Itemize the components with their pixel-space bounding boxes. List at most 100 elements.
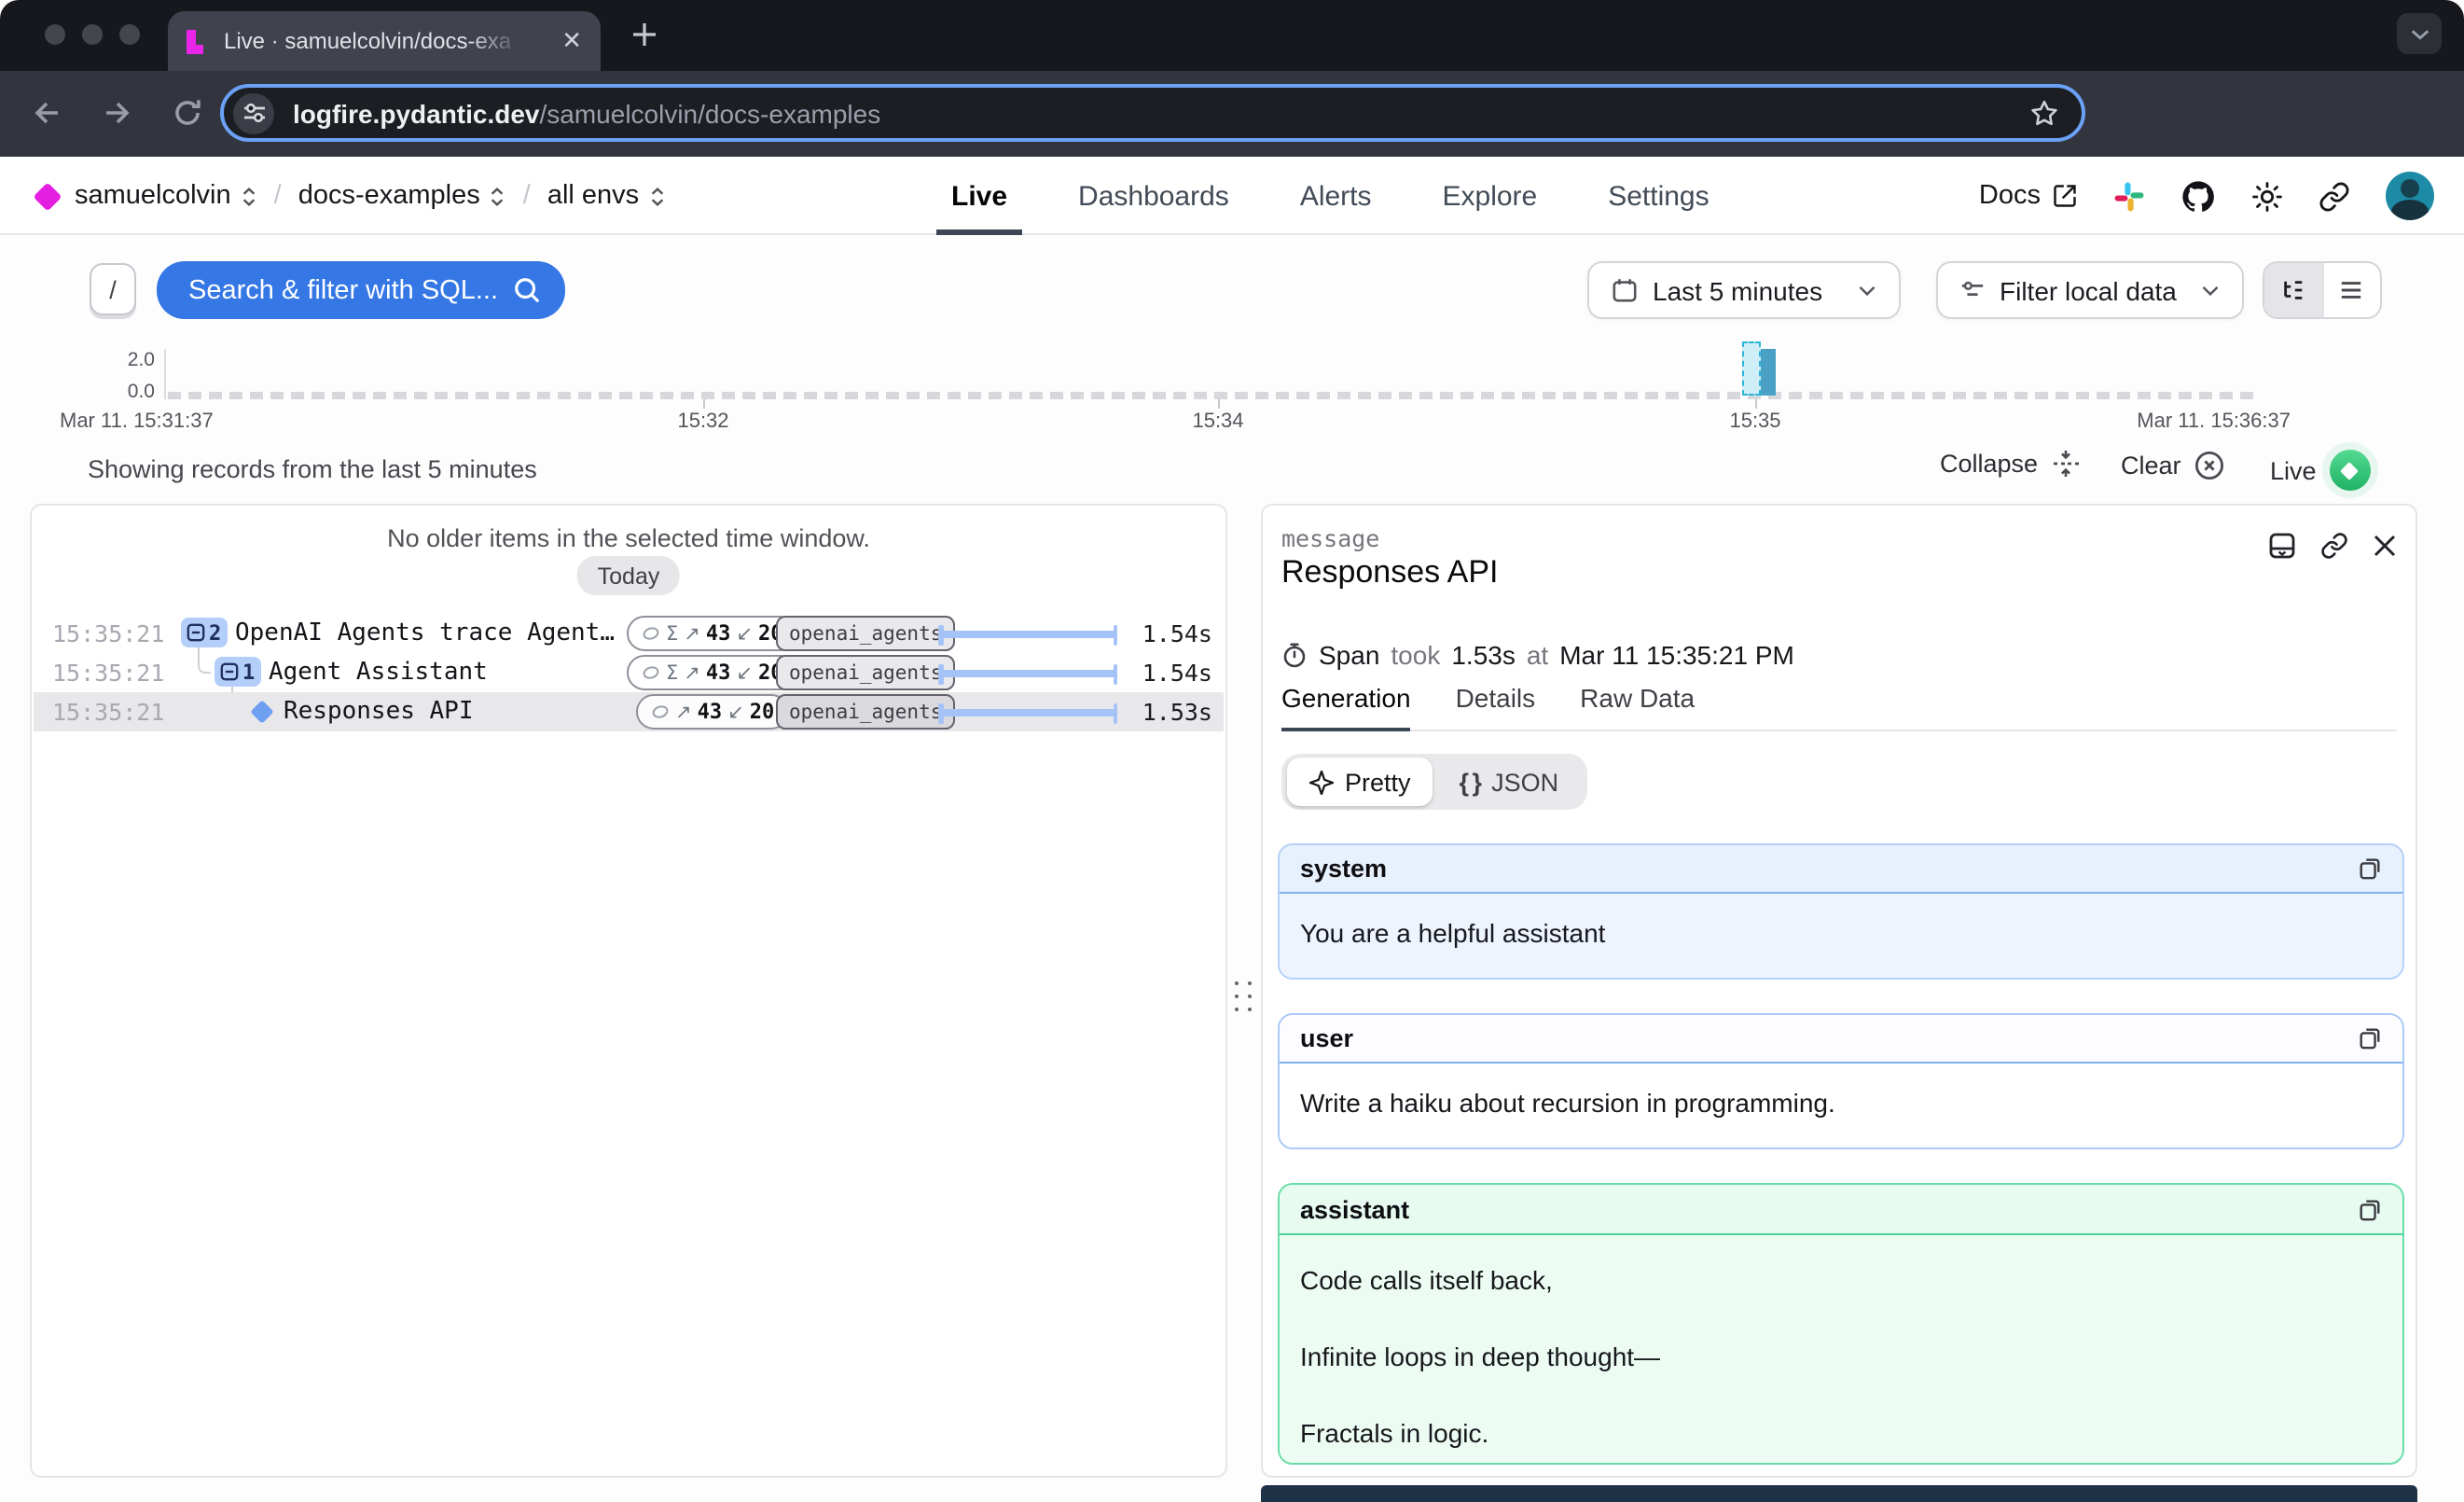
bookmark-star-icon[interactable] (2029, 98, 2059, 128)
pretty-toggle-button[interactable]: Pretty (1287, 758, 1433, 806)
span-name: Responses API (284, 698, 474, 726)
scope-tag[interactable]: openai_agents (776, 655, 955, 690)
role-label: system (1300, 855, 1387, 883)
nav-alerts[interactable]: Alerts (1300, 157, 1372, 235)
record-kind: message (1281, 524, 1379, 552)
env-switcher-icon[interactable] (648, 186, 665, 206)
site-settings-icon[interactable] (233, 92, 274, 133)
app-header: samuelcolvin / docs-examples / all envs … (0, 157, 2464, 235)
window-controls[interactable] (45, 24, 140, 45)
close-window-button[interactable] (45, 24, 65, 45)
github-icon[interactable] (2180, 178, 2216, 214)
tab-strip: Live · samuelcolvin/docs-exa ✕ (0, 0, 2464, 71)
nav-settings[interactable]: Settings (1608, 157, 1709, 235)
timeline-x-label: 15:34 (1192, 410, 1243, 433)
scope-tag[interactable]: openai_agents (776, 694, 955, 730)
row-timestamp: 15:35:21 (52, 659, 164, 687)
breadcrumb: samuelcolvin / docs-examples / all envs (37, 157, 665, 235)
filter-icon (1960, 278, 1985, 302)
live-indicator-icon[interactable] (2330, 450, 2371, 491)
collapse-button[interactable]: Collapse (1940, 450, 2079, 478)
url-path: /samuelcolvin/docs-examples (540, 98, 881, 128)
dock-panel-icon[interactable] (2268, 532, 2296, 560)
copy-icon[interactable] (2358, 856, 2382, 881)
timeline-activity-bar[interactable] (1761, 349, 1776, 396)
duration-value: 1.53s (1078, 698, 1212, 726)
search-sql-label: Search & filter with SQL... (188, 275, 513, 305)
timeline-x-tick-mark (703, 399, 705, 409)
json-toggle-button[interactable]: { } JSON (1437, 759, 1582, 804)
tab-generation[interactable]: Generation (1281, 683, 1411, 730)
zoom-window-button[interactable] (119, 24, 140, 45)
nav-explore[interactable]: Explore (1443, 157, 1538, 235)
tab-details[interactable]: Details (1456, 683, 1536, 730)
token-usage-pill[interactable]: Σ ↗43 ↙20 (627, 616, 798, 651)
collapse-count-badge[interactable]: 2 (181, 618, 227, 647)
org-name: samuelcolvin (75, 181, 231, 211)
org-switcher-icon[interactable] (241, 186, 257, 206)
trace-row-selected[interactable]: 15:35:21 Responses API ↗43 ↙20 openai_ag… (34, 692, 1224, 731)
time-range-dropdown[interactable]: Last 5 minutes (1587, 261, 1901, 319)
header-actions: Docs (1979, 157, 2434, 235)
token-usage-pill[interactable]: Σ ↗43 ↙20 (627, 655, 798, 690)
local-filter-dropdown[interactable]: Filter local data (1936, 261, 2244, 319)
user-avatar[interactable] (2386, 172, 2434, 220)
view-mode-segmented (2263, 261, 2382, 319)
url-bar[interactable]: logfire.pydantic.dev/samuelcolvin/docs-e… (220, 84, 2085, 142)
logfire-favicon (187, 29, 207, 53)
main-nav: Live Dashboards Alerts Explore Settings (951, 157, 1710, 235)
scope-tag[interactable]: openai_agents (776, 616, 955, 651)
breadcrumb-org[interactable]: samuelcolvin (75, 181, 257, 211)
coin-icon (651, 703, 670, 720)
panel-resize-handle[interactable] (1233, 981, 1253, 1011)
url-text[interactable]: logfire.pydantic.dev/samuelcolvin/docs-e… (293, 98, 880, 128)
input-arrow-icon: ↗ (684, 661, 700, 684)
docs-link[interactable]: Docs (1979, 181, 2078, 211)
breadcrumb-project[interactable]: docs-examples (298, 181, 506, 211)
breadcrumb-env[interactable]: all envs (547, 181, 665, 211)
search-sql-button[interactable]: Search & filter with SQL... (157, 261, 565, 319)
close-details-icon[interactable] (2373, 534, 2397, 558)
new-tab-button[interactable] (630, 21, 658, 49)
timeline-baseline[interactable] (168, 392, 2257, 398)
nav-live[interactable]: Live (951, 157, 1007, 235)
trace-row[interactable]: 15:35:21 2 OpenAI Agents trace Agent… Σ … (34, 614, 1224, 653)
back-button[interactable] (30, 97, 63, 129)
tab-close-icon[interactable]: ✕ (561, 29, 582, 53)
square-minus-icon (220, 662, 239, 681)
tab-raw-data[interactable]: Raw Data (1580, 683, 1695, 730)
list-view-button[interactable] (2322, 263, 2380, 317)
share-link-icon[interactable] (2319, 180, 2350, 212)
message-card-system: system You are a helpful assistant (1278, 843, 2404, 980)
time-range-value: Last 5 minutes (1653, 275, 1822, 305)
duration-value: 1.54s (1078, 619, 1212, 647)
theme-toggle-icon[interactable] (2251, 180, 2283, 212)
project-switcher-icon[interactable] (490, 186, 506, 206)
clear-button[interactable]: Clear (2121, 450, 2226, 481)
browser-tab[interactable]: Live · samuelcolvin/docs-exa ✕ (168, 11, 601, 71)
token-usage-pill[interactable]: ↗43 ↙20 (636, 694, 789, 730)
message-card-header: assistant (1280, 1185, 2402, 1235)
logfire-logo-icon (33, 181, 62, 210)
date-chip[interactable]: Today (577, 556, 681, 595)
timeline-selected-bucket[interactable] (1742, 341, 1761, 396)
tree-view-button[interactable] (2264, 263, 2322, 317)
live-toggle[interactable]: Live (2270, 450, 2371, 491)
collapse-label: Collapse (1940, 450, 2038, 478)
slack-icon[interactable] (2113, 180, 2145, 212)
minimize-window-button[interactable] (82, 24, 103, 45)
collapsed-bottom-drawer[interactable] (1261, 1485, 2417, 1502)
trace-row[interactable]: 15:35:21 1 Agent Assistant Σ ↗43 ↙20 ope… (34, 653, 1224, 692)
copy-link-icon[interactable] (2320, 532, 2348, 560)
copy-icon[interactable] (2358, 1197, 2382, 1221)
forward-button[interactable] (101, 97, 134, 129)
span-diamond-icon (250, 700, 273, 723)
nav-dashboards[interactable]: Dashboards (1078, 157, 1229, 235)
reload-button[interactable] (172, 97, 203, 129)
empty-notice: No older items in the selected time wind… (32, 524, 1225, 552)
tab-search-button[interactable] (2397, 13, 2442, 54)
braces-icon: { } (1460, 768, 1481, 796)
copy-icon[interactable] (2358, 1026, 2382, 1050)
collapse-count-badge[interactable]: 1 (215, 657, 260, 687)
stopwatch-icon (1281, 642, 1308, 668)
